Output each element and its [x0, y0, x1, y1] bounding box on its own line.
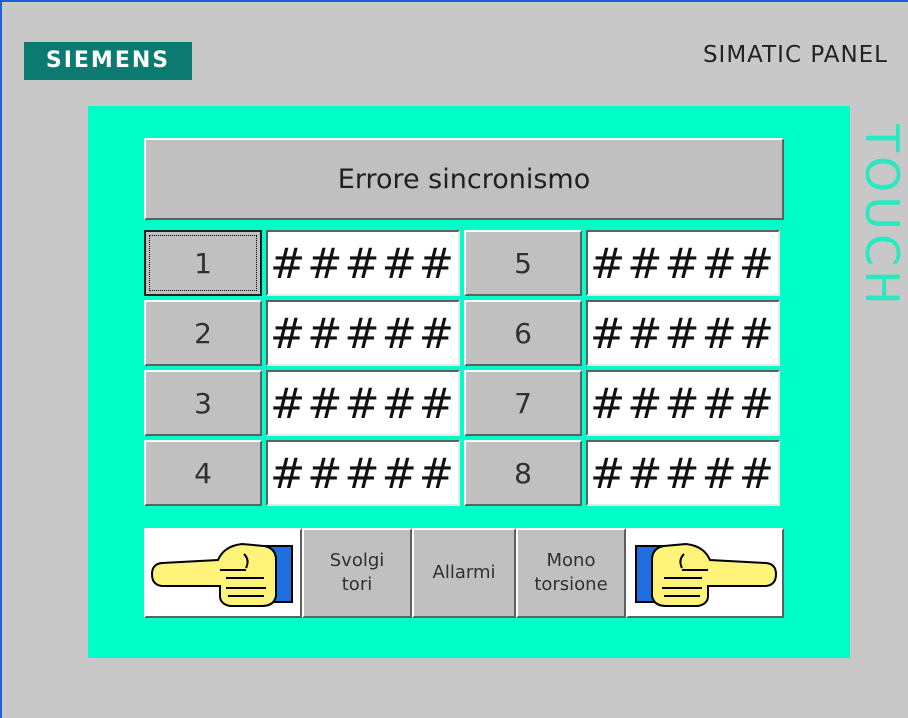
channel-3-button[interactable]: 3 — [144, 370, 262, 436]
panel-model-label: SIMATIC PANEL — [702, 42, 888, 68]
channel-2-value: ##### — [266, 300, 460, 366]
mono-torsione-button[interactable]: Mono torsione — [516, 528, 626, 618]
channel-5-value: ##### — [586, 230, 780, 296]
svolgitori-button[interactable]: Svolgi tori — [302, 528, 412, 618]
bottom-nav-bar: Svolgi tori Allarmi Mono torsione — [144, 528, 784, 618]
sync-error-button[interactable]: Errore sincronismo — [144, 138, 784, 220]
sync-error-label: Errore sincronismo — [337, 163, 591, 195]
channel-7-value: ##### — [586, 370, 780, 436]
channel-4-value: ##### — [266, 440, 460, 506]
channel-7-label: 7 — [514, 386, 532, 420]
channel-6-label: 6 — [514, 316, 532, 350]
channel-6-button[interactable]: 6 — [464, 300, 582, 366]
allarmi-label: Allarmi — [432, 562, 496, 583]
channel-2-label: 2 — [194, 316, 212, 350]
svolgitori-line2: tori — [341, 574, 373, 595]
hand-right-icon — [635, 542, 778, 607]
channel-2-button[interactable]: 2 — [144, 300, 262, 366]
next-page-button[interactable] — [626, 528, 784, 618]
channel-7-button[interactable]: 7 — [464, 370, 582, 436]
channel-8-button[interactable]: 8 — [464, 440, 582, 506]
siemens-logo: SIEMENS — [24, 42, 192, 80]
channel-1-label: 1 — [194, 246, 212, 280]
mono-torsione-line2: torsione — [534, 574, 608, 595]
channel-5-label: 5 — [514, 246, 532, 280]
touch-label: TOUCH — [855, 124, 908, 309]
channel-8-label: 8 — [514, 456, 532, 490]
allarmi-button[interactable]: Allarmi — [412, 528, 516, 618]
channel-1-value: ##### — [266, 230, 460, 296]
mono-torsione-line1: Mono — [546, 550, 596, 571]
channel-3-label: 3 — [194, 386, 212, 420]
channel-4-label: 4 — [194, 456, 212, 490]
channel-5-button[interactable]: 5 — [464, 230, 582, 296]
svolgitori-line1: Svolgi — [329, 550, 385, 571]
previous-page-button[interactable] — [144, 528, 302, 618]
channel-8-value: ##### — [586, 440, 780, 506]
channel-1-button[interactable]: 1 — [144, 230, 262, 296]
channel-6-value: ##### — [586, 300, 780, 366]
channel-3-value: ##### — [266, 370, 460, 436]
hmi-frame: SIEMENS SIMATIC PANEL TOUCH Errore sincr… — [0, 0, 908, 718]
hand-left-icon — [150, 542, 293, 607]
channel-4-button[interactable]: 4 — [144, 440, 262, 506]
hmi-screen: Errore sincronismo 1 ##### 5 ##### 2 ###… — [88, 106, 850, 658]
